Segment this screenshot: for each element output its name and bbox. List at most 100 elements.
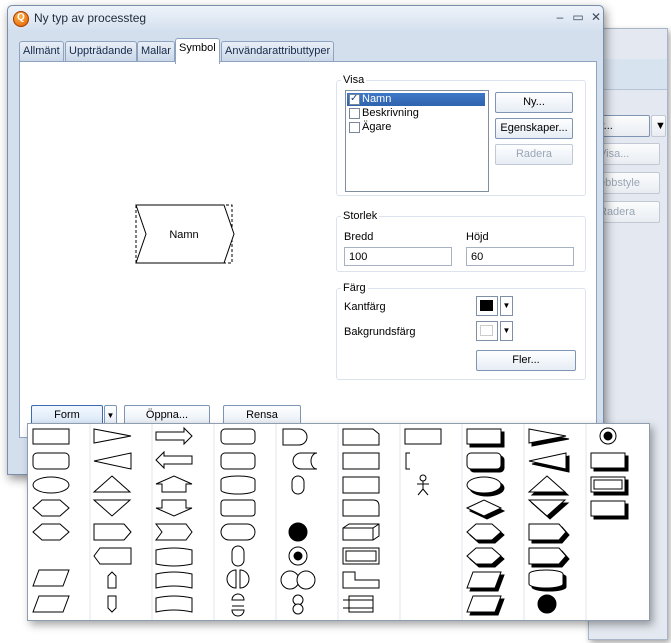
shape-pill[interactable] xyxy=(291,475,305,495)
shape-split-circle[interactable] xyxy=(226,569,250,589)
shape-pentagon-left[interactable] xyxy=(93,547,132,565)
shape-venn-left[interactable] xyxy=(280,570,300,590)
tab-allmant[interactable]: Allmänt xyxy=(19,41,64,62)
shape-rounded-rectangle[interactable] xyxy=(32,452,70,470)
properties-button[interactable]: Egenskaper... xyxy=(495,118,573,139)
shape-arrow-up[interactable] xyxy=(92,475,132,493)
shape-pentagon-right[interactable] xyxy=(93,523,132,541)
width-field[interactable]: 100 xyxy=(344,247,452,266)
title-bar: Q Ny typ av processteg – ▭ ✕ xyxy=(8,6,603,30)
shape-target-inner-2[interactable] xyxy=(603,431,613,441)
shape-cylinder-shadow[interactable] xyxy=(528,569,564,589)
shape-step[interactable] xyxy=(342,571,380,589)
shape-ellipse[interactable] xyxy=(32,476,70,494)
shape-filled-circle[interactable] xyxy=(288,522,308,542)
shape-block-arrow-right[interactable] xyxy=(155,426,193,446)
symbol-preview: Namn xyxy=(38,73,330,398)
border-color-swatch[interactable] xyxy=(476,296,498,316)
background-button-radera[interactable]: Radera xyxy=(595,201,660,223)
shape-venn-right[interactable] xyxy=(296,570,316,590)
shape-actor-body[interactable] xyxy=(417,481,429,496)
shape-parallelogram-shadow-2[interactable] xyxy=(466,595,502,613)
shape-capsule[interactable] xyxy=(231,545,245,567)
shape-arrow-left[interactable] xyxy=(93,452,132,470)
checkbox-namn[interactable] xyxy=(349,92,360,105)
shape-block-arrow-down[interactable] xyxy=(155,499,193,517)
shape-cylinder-h[interactable] xyxy=(220,428,256,445)
tab-upptradande[interactable]: Uppträdande xyxy=(65,41,137,62)
maximize-icon[interactable]: ▭ xyxy=(569,9,587,25)
background-button-visa[interactable]: Visa... xyxy=(595,143,660,165)
shape-document[interactable] xyxy=(342,452,380,470)
shape-wave-3[interactable] xyxy=(155,595,193,613)
shape-delay[interactable] xyxy=(282,428,308,446)
close-icon[interactable]: ✕ xyxy=(587,9,605,25)
shape-block-arrow-left[interactable] xyxy=(155,450,193,470)
shape-arrow-up-shadow[interactable] xyxy=(527,475,567,493)
shape-rect-shadow[interactable] xyxy=(466,428,502,445)
shape-page[interactable] xyxy=(342,428,380,446)
visa-listbox[interactable]: Namn Beskrivning Ägare xyxy=(345,90,489,192)
shape-hexagon-2[interactable] xyxy=(32,523,70,541)
shape-col-shadow xyxy=(465,428,506,616)
shape-rounded-shadow[interactable] xyxy=(466,452,502,470)
chevron-down-icon[interactable]: ▼ xyxy=(500,296,513,316)
shape-rect-shadow-2[interactable] xyxy=(590,452,626,469)
shape-col-arrows xyxy=(92,428,132,613)
shape-pentagon-shadow-2[interactable] xyxy=(528,547,567,565)
shape-bracket[interactable] xyxy=(405,452,410,470)
bg-color-swatch[interactable] xyxy=(476,321,498,341)
shape-rectangle[interactable] xyxy=(32,428,70,445)
shape-block-arrow-up[interactable] xyxy=(155,475,193,493)
tab-anvandarattributtyper[interactable]: Användarattributtyper xyxy=(221,41,335,62)
shape-double-shadow-inner[interactable] xyxy=(593,479,623,490)
shape-pointer-up[interactable] xyxy=(107,571,117,589)
shape-stack-bottom[interactable] xyxy=(292,603,304,615)
shape-ellipse-shadow[interactable] xyxy=(466,476,502,494)
shape-arrow-right[interactable] xyxy=(93,428,132,444)
list-item-beskrivning[interactable]: Beskrivning xyxy=(347,107,485,120)
checkbox-agare[interactable] xyxy=(349,122,360,133)
shape-split-circle-2[interactable] xyxy=(231,593,245,617)
shape-cylinder-h2[interactable] xyxy=(220,452,256,470)
shape-stored-data[interactable] xyxy=(292,452,318,470)
shape-target-inner[interactable] xyxy=(293,551,303,561)
tab-mallar[interactable]: Mallar xyxy=(137,41,175,62)
shape-cylinder-v[interactable] xyxy=(220,475,256,495)
shape-terminator[interactable] xyxy=(220,499,256,517)
shape-stadium[interactable] xyxy=(220,523,256,541)
tab-symbol[interactable]: Symbol xyxy=(175,38,220,64)
chevron-down-icon[interactable]: ▼ xyxy=(500,321,513,341)
shape-annotation-box[interactable] xyxy=(404,428,442,445)
remove-button[interactable]: Radera xyxy=(495,144,573,165)
shape-actor-head[interactable] xyxy=(419,474,427,482)
shape-chevron[interactable] xyxy=(155,523,193,541)
shape-hexagon[interactable] xyxy=(32,499,70,517)
shape-process[interactable] xyxy=(342,476,380,494)
shape-double-rect-inner[interactable] xyxy=(345,550,377,562)
minimize-icon[interactable]: – xyxy=(551,9,569,25)
shape-component[interactable] xyxy=(343,595,374,613)
shape-parallelogram-shadow[interactable] xyxy=(466,571,502,589)
shape-palette-grid xyxy=(32,424,629,620)
list-item-label: Beskrivning xyxy=(362,107,419,119)
shape-parallelogram-2[interactable] xyxy=(32,595,70,613)
shape-filled-circle-2[interactable] xyxy=(537,594,557,614)
shape-parallelogram[interactable] xyxy=(32,569,70,587)
shape-wave-2[interactable] xyxy=(155,571,193,589)
background-dropdown-arrow[interactable]: ▼ xyxy=(651,115,666,137)
more-colors-button[interactable]: Fler... xyxy=(476,350,576,371)
background-button-webbstyle[interactable]: ebbstyle xyxy=(595,172,660,194)
shape-box-3d[interactable] xyxy=(342,523,380,541)
new-button[interactable]: Ny... xyxy=(495,92,573,113)
shape-rect-shadow-3[interactable] xyxy=(590,500,626,517)
shape-pentagon-shadow[interactable] xyxy=(528,523,567,541)
shape-wave[interactable] xyxy=(155,547,193,567)
shape-pointer-down[interactable] xyxy=(107,595,117,613)
height-field[interactable]: 60 xyxy=(466,247,574,266)
list-item-namn[interactable]: Namn xyxy=(347,92,485,106)
checkbox-beskrivning[interactable] xyxy=(349,108,360,119)
list-item-agare[interactable]: Ägare xyxy=(347,121,485,134)
shape-card[interactable] xyxy=(342,499,380,517)
shape-arrow-down[interactable] xyxy=(92,499,132,517)
